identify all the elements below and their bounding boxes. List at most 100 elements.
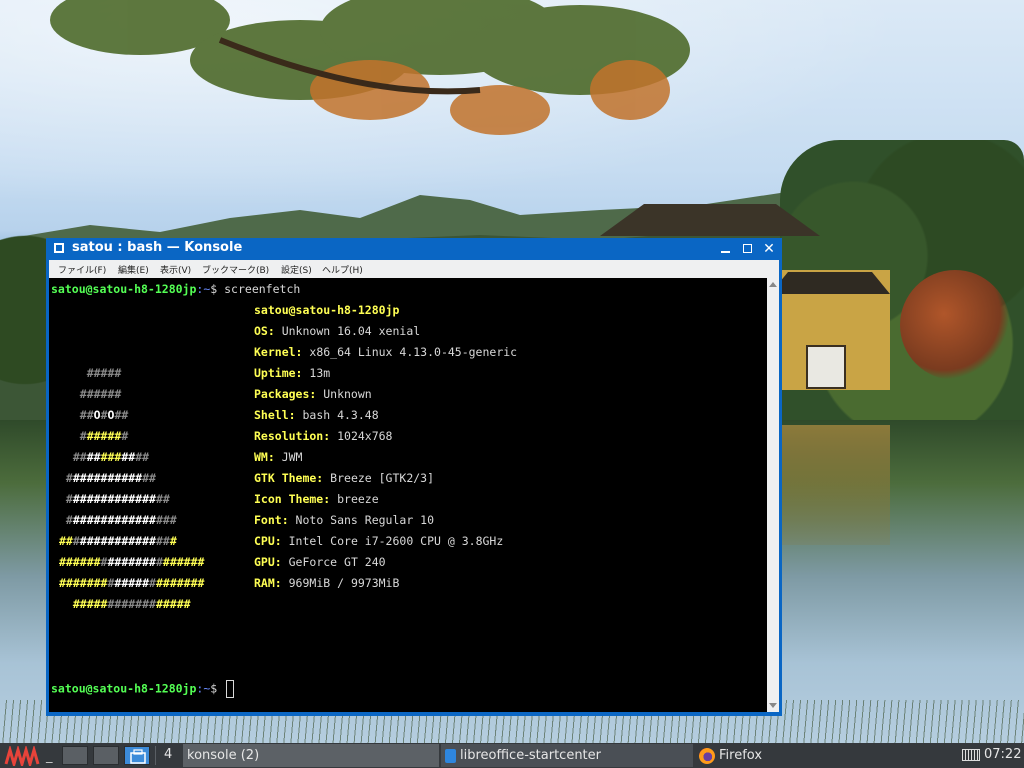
info-value: breeze xyxy=(330,492,379,506)
logo-segment: ############ xyxy=(72,492,156,506)
logo-segment: ## xyxy=(135,450,150,464)
menu-help[interactable]: ヘルプ(H) xyxy=(322,263,363,276)
maple-leaves xyxy=(50,0,690,135)
logo-segment: # xyxy=(72,534,80,548)
info-key: Uptime: xyxy=(254,366,303,380)
info-row: Packages: Unknown xyxy=(254,387,372,401)
scroll-up-icon[interactable] xyxy=(769,282,777,287)
logo-segment: # xyxy=(59,429,87,443)
logo-segment: # xyxy=(121,429,129,443)
scroll-down-icon[interactable] xyxy=(769,703,777,708)
info-value: Breeze [GTK2/3] xyxy=(323,471,435,485)
logo-line: ########### xyxy=(59,450,149,464)
logo-segment: ## xyxy=(59,450,87,464)
prompt-user: satou@satou-h8-1280jp xyxy=(51,282,197,296)
prompt-user: satou@satou-h8-1280jp xyxy=(51,681,197,696)
terminal-area[interactable]: satou@satou-h8-1280jp:~$ screenfetch ###… xyxy=(49,278,767,712)
info-row: WM: JWM xyxy=(254,450,302,464)
logo-segment: ##### xyxy=(114,576,150,590)
logo-segment: ## xyxy=(59,534,73,548)
keyboard-icon[interactable] xyxy=(962,749,980,761)
logo-segment: ###### xyxy=(59,387,122,401)
task-libreoffice[interactable]: libreoffice-startcenter xyxy=(441,744,693,767)
logo-segment: ## xyxy=(59,408,94,422)
minimize-button[interactable] xyxy=(716,240,734,258)
text-cursor xyxy=(226,680,235,698)
info-key: RAM: xyxy=(254,576,282,590)
minimize-icon xyxy=(720,251,730,253)
logo-segment: ####### xyxy=(155,576,205,590)
info-value: JWM xyxy=(274,450,303,464)
info-key: Shell: xyxy=(254,408,296,422)
workspace-3[interactable] xyxy=(124,746,150,765)
temple-window xyxy=(806,345,846,389)
libreoffice-icon xyxy=(445,748,456,763)
scrollbar[interactable] xyxy=(767,278,779,712)
info-key: Kernel: xyxy=(254,345,303,359)
workspace-number: 4 xyxy=(164,747,173,762)
info-row: RAM: 969MiB / 9973MiB xyxy=(254,576,399,590)
logo-segment: O xyxy=(93,408,101,422)
logo-segment: ## xyxy=(142,471,156,485)
temple-roof-lower xyxy=(770,272,890,294)
logo-line: ###### xyxy=(59,387,122,401)
logo-line: ##################### xyxy=(59,576,204,590)
info-value: 969MiB / 9973MiB xyxy=(281,576,400,590)
titlebar[interactable]: satou : bash — Konsole ✕ xyxy=(46,238,782,260)
task-label: libreoffice-startcenter xyxy=(460,748,601,763)
info-row: Uptime: 13m xyxy=(254,366,330,380)
logo-line: ############# xyxy=(59,471,156,485)
menu-bookmarks[interactable]: ブックマーク(B) xyxy=(202,263,269,276)
info-row: Shell: bash 4.3.48 xyxy=(254,408,379,422)
info-row: GTK Theme: Breeze [GTK2/3] xyxy=(254,471,434,485)
logo-segment: ###### xyxy=(162,555,205,569)
menu-edit[interactable]: 編集(E) xyxy=(118,263,149,276)
logo-segment: # xyxy=(149,576,156,590)
taskbar: _ 4 konsole (2) libreoffice-startcenter … xyxy=(0,743,1024,768)
logo-segment: ########### xyxy=(79,534,156,548)
info-value: Unknown xyxy=(316,387,372,401)
maximize-button[interactable] xyxy=(738,240,756,258)
info-value: Intel Core i7-2600 CPU @ 3.8GHz xyxy=(281,534,504,548)
clock[interactable]: 07:22 xyxy=(984,747,1021,762)
logo-line: ##### xyxy=(59,366,122,380)
workspace-2[interactable] xyxy=(93,746,119,765)
info-row: Font: Noto Sans Regular 10 xyxy=(254,513,434,527)
show-desktop-button[interactable]: _ xyxy=(46,749,53,764)
logo-segment: ## xyxy=(114,408,129,422)
logo-segment: ## xyxy=(86,450,101,464)
logo-segment: ##### xyxy=(155,597,191,611)
logo-segment: ##### xyxy=(86,429,122,443)
files-icon xyxy=(130,749,146,764)
temple-reflection xyxy=(780,425,890,545)
info-key: Packages: xyxy=(254,387,317,401)
info-row: Kernel: x86_64 Linux 4.13.0-45-generic xyxy=(254,345,517,359)
jwm-logo-icon[interactable] xyxy=(4,746,42,766)
konsole-window[interactable]: satou : bash — Konsole ✕ ファイル(F) 編集(E) 表… xyxy=(46,238,782,716)
logo-line: ####### xyxy=(59,429,129,443)
info-key: Resolution: xyxy=(254,429,331,443)
close-button[interactable]: ✕ xyxy=(760,240,778,258)
autumn-tree xyxy=(900,270,1010,380)
window-menu-icon[interactable] xyxy=(54,243,64,253)
info-value: Noto Sans Regular 10 xyxy=(288,513,435,527)
logo-segment: ## xyxy=(155,492,170,506)
menu-settings[interactable]: 設定(S) xyxy=(281,263,312,276)
logo-segment: ####### xyxy=(107,597,156,611)
info-row: CPU: Intel Core i7-2600 CPU @ 3.8GHz xyxy=(254,534,503,548)
info-value: GeForce GT 240 xyxy=(281,555,386,569)
logo-segment: ####### xyxy=(59,576,108,590)
logo-segment: # xyxy=(155,555,163,569)
info-key: Font: xyxy=(254,513,289,527)
logo-segment: # xyxy=(59,513,73,527)
workspace-1[interactable] xyxy=(62,746,88,765)
menu-view[interactable]: 表示(V) xyxy=(160,263,191,276)
info-value: 13m xyxy=(302,366,331,380)
task-konsole[interactable]: konsole (2) xyxy=(183,744,439,767)
firefox-icon xyxy=(699,747,715,764)
logo-segment: ## xyxy=(121,450,136,464)
active-prompt: satou@satou-h8-1280jp:~$ xyxy=(51,680,235,698)
task-firefox[interactable]: Firefox xyxy=(695,744,955,767)
prompt-path: :~ xyxy=(196,282,211,296)
menu-file[interactable]: ファイル(F) xyxy=(58,263,106,276)
